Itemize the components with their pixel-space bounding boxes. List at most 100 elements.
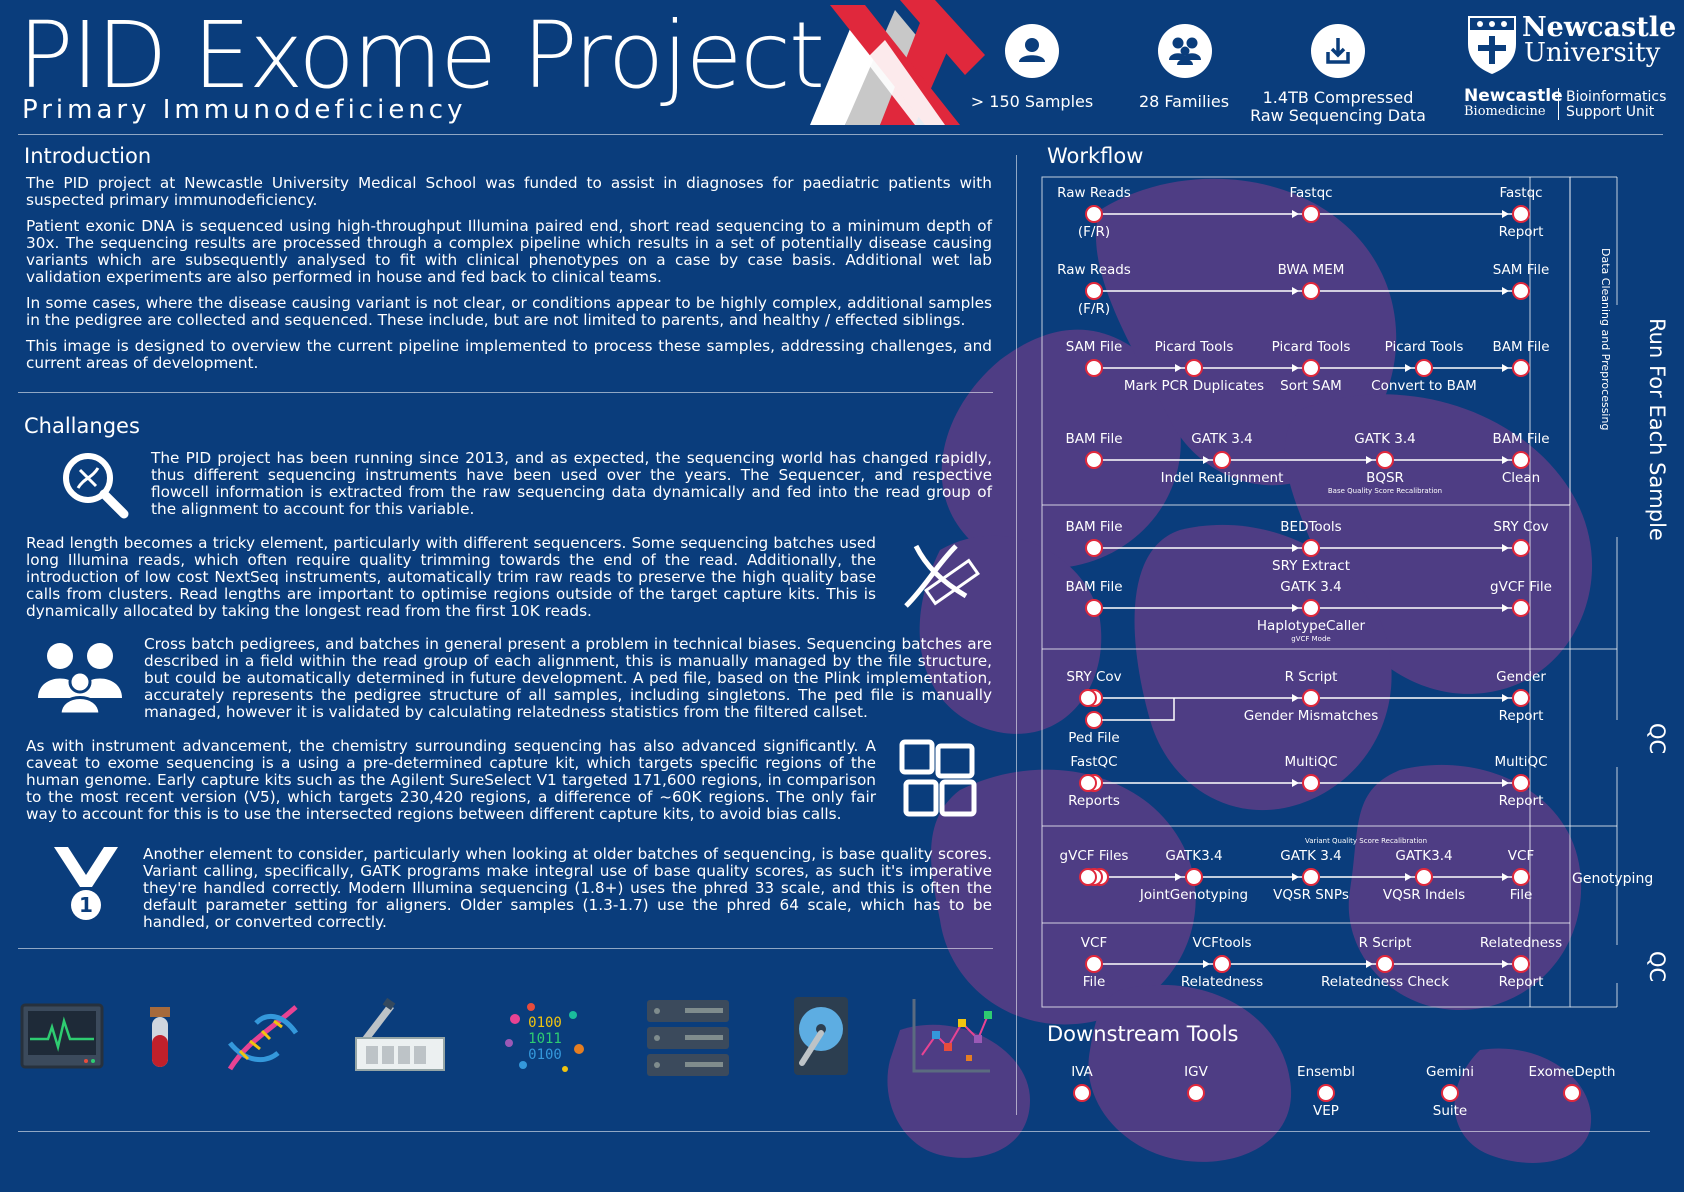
flow-arrow: [1502, 604, 1509, 612]
node-label-top: BAM File: [1492, 339, 1550, 355]
flow-node: [1302, 599, 1320, 617]
flow-node: [1185, 359, 1203, 377]
node-note: Variant Quality Score Recalibration: [1304, 837, 1428, 845]
node-label-bottom: Reports: [1068, 793, 1120, 809]
node-label-top: Fastqc: [1499, 185, 1543, 201]
flow-node: [1085, 359, 1103, 377]
node-label-top: GATK 3.4: [1280, 848, 1342, 864]
node-label-top: BEDTools: [1280, 519, 1342, 535]
node-note: gVCF Mode: [1291, 635, 1331, 643]
flow-node: [1085, 539, 1103, 557]
node-label-bottom: Ped File: [1068, 730, 1120, 746]
flow-arrow: [1405, 364, 1412, 372]
flow-node: [1302, 282, 1320, 300]
node-label-bottom: BQSR: [1366, 470, 1404, 486]
flow-node: [1512, 282, 1530, 300]
flow-node: [1512, 599, 1530, 617]
node-label-top: VCF: [1507, 848, 1535, 864]
flow-arrow: [1366, 960, 1373, 968]
node-label-bottom: Report: [1498, 708, 1544, 724]
node-label-bottom: Report: [1498, 974, 1544, 990]
node-label-top: SRY Cov: [1493, 519, 1549, 535]
node-label-top: R Script: [1284, 669, 1338, 685]
flow-arrow: [1292, 779, 1299, 787]
node-label-top: Raw Reads: [1057, 185, 1131, 201]
node-label-top: gVCF File: [1490, 579, 1552, 595]
flow-node: [1085, 451, 1103, 469]
flow-node: [1415, 868, 1433, 886]
node-label-top: gVCF Files: [1059, 848, 1129, 864]
node-label-bottom: Gender Mismatches: [1243, 708, 1379, 724]
flow-node: [1085, 711, 1103, 729]
node-label-top: SAM File: [1492, 262, 1550, 278]
flow-node: [1079, 868, 1097, 886]
flow-arrow: [1502, 287, 1509, 295]
node-label-top: SAM File: [1065, 339, 1123, 355]
flow-node: [1213, 955, 1231, 973]
flow-arrow: [1292, 873, 1299, 881]
flow-arrow: [1292, 544, 1299, 552]
flow-arrow: [1502, 210, 1509, 218]
node-label-top: SRY Cov: [1066, 669, 1122, 685]
node-label-top: Picard Tools: [1271, 339, 1351, 355]
tool-node: [1187, 1084, 1205, 1102]
node-label-top: GATK3.4: [1395, 848, 1453, 864]
node-label-top: R Script: [1358, 935, 1412, 951]
tool-node: [1317, 1084, 1335, 1102]
flow-node: [1213, 451, 1231, 469]
flow-node: [1079, 689, 1097, 707]
flow-line: [1102, 698, 1175, 721]
tool-label: IGV: [1184, 1064, 1208, 1080]
flow-arrow: [1502, 694, 1509, 702]
flow-node: [1512, 451, 1530, 469]
tool-node: [1073, 1084, 1091, 1102]
flow-node: [1302, 868, 1320, 886]
tool-node: [1563, 1084, 1581, 1102]
node-label-bottom: VQSR SNPs: [1273, 887, 1349, 903]
flow-node: [1512, 868, 1530, 886]
node-label-bottom: File: [1082, 974, 1106, 990]
flow-node: [1512, 774, 1530, 792]
node-label-bottom: VQSR Indels: [1382, 887, 1466, 903]
tool-label: Ensembl: [1297, 1064, 1355, 1080]
node-label-top: Raw Reads: [1057, 262, 1131, 278]
node-label-top: Picard Tools: [1384, 339, 1464, 355]
node-label-top: BAM File: [1065, 431, 1123, 447]
flow-node: [1512, 539, 1530, 557]
node-label-bottom: Convert to BAM: [1371, 378, 1477, 394]
node-label-top: MultiQC: [1494, 754, 1548, 770]
node-label-top: BWA MEM: [1277, 262, 1345, 278]
flow-node: [1302, 539, 1320, 557]
node-label-bottom: Mark PCR Duplicates: [1123, 378, 1265, 394]
node-label-bottom: Sort SAM: [1280, 378, 1342, 394]
tool-label-bottom: VEP: [1313, 1103, 1339, 1119]
flow-arrow: [1502, 456, 1509, 464]
tool-label: ExomeDepth: [1528, 1064, 1616, 1080]
tool-label: Gemini: [1426, 1064, 1474, 1080]
node-label-top: VCFtools: [1192, 935, 1252, 951]
flow-arrow: [1502, 779, 1509, 787]
flow-arrow: [1502, 960, 1509, 968]
node-label-bottom: Report: [1498, 793, 1544, 809]
flow-arrow: [1175, 873, 1182, 881]
flow-arrow: [1203, 456, 1210, 464]
flow-node: [1085, 282, 1103, 300]
flow-arrow: [1366, 456, 1373, 464]
flow-node: [1185, 868, 1203, 886]
node-label-bottom: (F/R): [1077, 301, 1111, 317]
flow-node: [1376, 451, 1394, 469]
flow-arrow: [1502, 364, 1509, 372]
flow-node: [1512, 205, 1530, 223]
flow-node: [1376, 955, 1394, 973]
flow-arrow: [1502, 544, 1509, 552]
node-label-bottom: JointGenotyping: [1139, 887, 1249, 903]
node-label-bottom: HaplotypeCaller: [1256, 618, 1366, 634]
node-label-top: GATK3.4: [1165, 848, 1223, 864]
flow-arrow: [1175, 364, 1182, 372]
flow-node: [1512, 359, 1530, 377]
flow-node: [1085, 205, 1103, 223]
node-label-top: FastQC: [1070, 754, 1118, 770]
flow-node: [1512, 689, 1530, 707]
node-label-top: BAM File: [1065, 519, 1123, 535]
flow-arrow: [1405, 873, 1412, 881]
